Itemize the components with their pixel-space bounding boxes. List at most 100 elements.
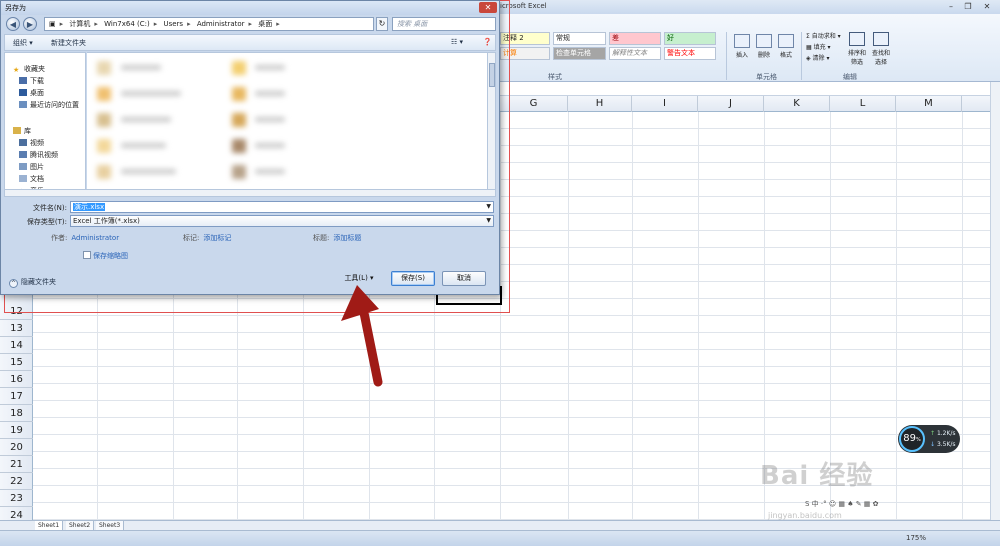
- title-value[interactable]: 添加标题: [333, 234, 361, 242]
- column-header[interactable]: J: [698, 96, 764, 112]
- percent-sign: %: [915, 437, 921, 443]
- breadcrumb[interactable]: ▣ ▸ 计算机 ▸ Win7x64 (C:) ▸ Users ▸ Administrat…: [44, 17, 374, 31]
- refresh-icon[interactable]: ↻: [376, 17, 388, 31]
- forward-icon[interactable]: ▶: [23, 17, 37, 31]
- save-thumbnail-label[interactable]: 保存缩略图: [93, 251, 128, 261]
- row-header[interactable]: 18: [0, 405, 33, 422]
- nav-label: 腾讯视频: [30, 151, 58, 159]
- zoom-level[interactable]: 175%: [906, 534, 926, 542]
- nav-recent[interactable]: 最近访问的位置: [19, 100, 79, 110]
- tags-value[interactable]: 添加标记: [203, 234, 231, 242]
- fill-button[interactable]: ▦ 填充 ▾: [806, 42, 831, 51]
- nav-downloads[interactable]: 下载: [19, 76, 44, 86]
- file-name: [255, 65, 285, 70]
- nav-label: 收藏夹: [24, 65, 45, 73]
- nav-documents[interactable]: 文档: [19, 174, 44, 184]
- style-good[interactable]: 好: [664, 32, 716, 45]
- nav-videos[interactable]: 视频: [19, 138, 44, 148]
- column-header[interactable]: G: [500, 96, 568, 112]
- memory-gauge: 89%: [899, 426, 925, 452]
- nav-favorites[interactable]: ★ 收藏夹: [13, 64, 45, 74]
- file-name: [121, 91, 181, 96]
- minimize-icon[interactable]: –: [944, 1, 958, 12]
- row-header[interactable]: 20: [0, 439, 33, 456]
- chevron-down-icon[interactable]: ▼: [486, 202, 491, 212]
- maximize-icon[interactable]: ❐: [961, 1, 975, 12]
- down-arrow-icon: ↓: [930, 441, 937, 448]
- style-warning[interactable]: 警告文本: [664, 47, 716, 60]
- desktop-icon: [19, 89, 27, 96]
- format-button[interactable]: 格式: [777, 34, 795, 59]
- nav-xunlei[interactable]: 腾讯视频: [19, 150, 58, 160]
- scrollbar-thumb[interactable]: [489, 63, 495, 87]
- column-header[interactable]: L: [830, 96, 896, 112]
- save-as-dialog: 另存为 ✕ ◀ ▶ ▣ ▸ 计算机 ▸ Win7x64 (C:) ▸ Users ▸ A…: [0, 0, 500, 295]
- row-header[interactable]: 19: [0, 422, 33, 439]
- filetype-select[interactable]: Excel 工作簿(*.xlsx) ▼: [70, 215, 494, 227]
- save-thumbnail-checkbox[interactable]: [83, 251, 91, 259]
- insert-button[interactable]: 插入: [733, 34, 751, 59]
- style-explain[interactable]: 解释性文本: [609, 47, 661, 60]
- nav-label: 视频: [30, 139, 44, 147]
- file-icon: [232, 87, 246, 101]
- author-value[interactable]: Administrator: [71, 234, 119, 242]
- breadcrumb-item[interactable]: 计算机: [69, 20, 90, 28]
- clear-button[interactable]: ◈ 清除 ▾: [806, 53, 829, 62]
- row-header[interactable]: 22: [0, 473, 33, 490]
- close-icon[interactable]: ✕: [479, 2, 497, 13]
- row-header[interactable]: 13: [0, 320, 33, 337]
- row-header[interactable]: 14: [0, 337, 33, 354]
- organize-button[interactable]: 组织 ▾: [13, 38, 33, 48]
- breadcrumb-item[interactable]: Win7x64 (C:): [104, 20, 150, 28]
- watermark-logo: Bai 经验: [760, 461, 874, 491]
- save-button[interactable]: 保存(S): [391, 271, 435, 286]
- search-input[interactable]: 搜索 桌面: [392, 17, 496, 31]
- column-header[interactable]: K: [764, 96, 830, 112]
- row-header[interactable]: 17: [0, 388, 33, 405]
- nav-libraries[interactable]: 库: [13, 126, 31, 136]
- file-list-scrollbar[interactable]: [487, 52, 496, 197]
- chevron-down-icon[interactable]: ▼: [486, 216, 491, 226]
- download-speed-value: 3.5K/s: [936, 441, 956, 448]
- row-header[interactable]: 21: [0, 456, 33, 473]
- breadcrumb-item[interactable]: 桌面: [258, 20, 272, 28]
- insert-icon: [734, 34, 750, 48]
- file-icon: [97, 61, 111, 75]
- nav-desktop[interactable]: 桌面: [19, 88, 44, 98]
- breadcrumb-item[interactable]: Administrator: [197, 20, 245, 28]
- file-list-hscrollbar[interactable]: [4, 189, 496, 197]
- column-header[interactable]: I: [632, 96, 698, 112]
- row-header[interactable]: 15: [0, 354, 33, 371]
- back-icon[interactable]: ◀: [6, 17, 20, 31]
- nav-pictures[interactable]: 图片: [19, 162, 44, 172]
- column-header[interactable]: H: [568, 96, 632, 112]
- grid-line: [698, 112, 699, 524]
- sort-filter-button[interactable]: 排序和 筛选: [846, 32, 868, 66]
- title-label: 标题:: [313, 234, 330, 242]
- style-check-cell[interactable]: 检查单元格: [553, 47, 606, 60]
- style-normal[interactable]: 常规: [553, 32, 606, 45]
- view-options-icon[interactable]: ☷ ▾: [451, 38, 463, 46]
- style-bad[interactable]: 差: [609, 32, 661, 45]
- file-icon: [232, 61, 246, 75]
- help-icon[interactable]: ❓: [483, 38, 492, 46]
- close-icon[interactable]: ✕: [980, 1, 994, 12]
- file-list[interactable]: [87, 52, 487, 197]
- new-folder-button[interactable]: 新建文件夹: [51, 38, 86, 48]
- hide-folders-toggle[interactable]: ^ 隐藏文件夹: [9, 277, 56, 288]
- filename-field[interactable]: 演示.xlsx ▼: [70, 201, 494, 213]
- tools-button[interactable]: 工具(L) ▾: [339, 271, 379, 286]
- delete-button[interactable]: 删除: [755, 34, 773, 59]
- autosum-button[interactable]: Σ 自动求和 ▾: [806, 31, 841, 40]
- find-select-button[interactable]: 查找和 选择: [870, 32, 892, 66]
- cancel-button[interactable]: 取消: [442, 271, 486, 286]
- column-header[interactable]: M: [896, 96, 962, 112]
- row-header[interactable]: 23: [0, 490, 33, 507]
- nav-label: 库: [24, 127, 31, 135]
- file-name: [255, 143, 285, 148]
- row-header[interactable]: 16: [0, 371, 33, 388]
- performance-widget[interactable]: 89% ↑ 1.2K/s ↓ 3.5K/s: [898, 425, 960, 453]
- breadcrumb-item[interactable]: Users: [163, 20, 183, 28]
- filetype-label: 保存类型(T):: [26, 218, 67, 226]
- vertical-scrollbar[interactable]: [990, 82, 1000, 524]
